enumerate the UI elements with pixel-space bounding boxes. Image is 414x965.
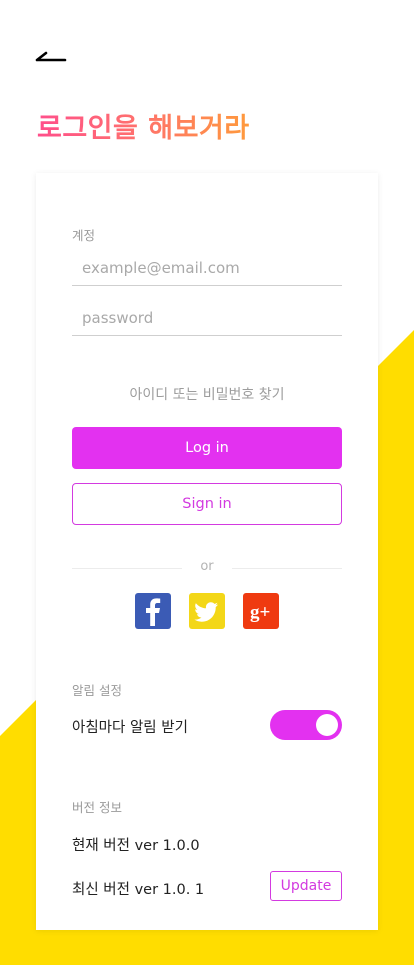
- facebook-login-button[interactable]: [135, 593, 171, 629]
- toggle-knob: [316, 714, 338, 736]
- login-button[interactable]: Log in: [72, 427, 342, 469]
- signin-button[interactable]: Sign in: [72, 483, 342, 525]
- email-field[interactable]: [72, 250, 342, 286]
- svg-text:g+: g+: [250, 602, 270, 623]
- page-title: 로그인을 해보거라: [37, 106, 250, 145]
- facebook-icon: [146, 598, 161, 626]
- back-button[interactable]: [34, 44, 68, 68]
- google-plus-icon: g+: [250, 602, 270, 623]
- update-button[interactable]: Update: [270, 871, 342, 901]
- login-card: 계정 아이디 또는 비밀번호 찾기 Log in Sign in or g+ 알…: [36, 173, 378, 930]
- morning-alert-toggle[interactable]: [270, 710, 342, 740]
- find-account-link[interactable]: 아이디 또는 비밀번호 찾기: [36, 384, 378, 404]
- latest-version-text: 최신 버전 ver 1.0. 1: [72, 882, 205, 898]
- account-label: 계정: [72, 228, 96, 243]
- twitter-login-button[interactable]: [189, 593, 225, 629]
- divider-line-right: [232, 568, 342, 569]
- or-divider: or: [72, 559, 342, 576]
- back-arrow-icon: [35, 51, 67, 62]
- password-field[interactable]: [72, 300, 342, 336]
- current-version-text: 현재 버전 ver 1.0.0: [72, 838, 200, 854]
- morning-alert-label: 아침마다 알림 받기: [72, 720, 188, 736]
- version-info-label: 버전 정보: [72, 800, 122, 815]
- title-part-1: 로그인을: [37, 113, 139, 144]
- google-plus-login-button[interactable]: g+: [243, 593, 279, 629]
- title-part-2: 해보거라: [148, 113, 250, 144]
- or-text: or: [200, 559, 214, 574]
- notification-settings-label: 알림 설정: [72, 683, 122, 698]
- twitter-icon: [194, 602, 218, 622]
